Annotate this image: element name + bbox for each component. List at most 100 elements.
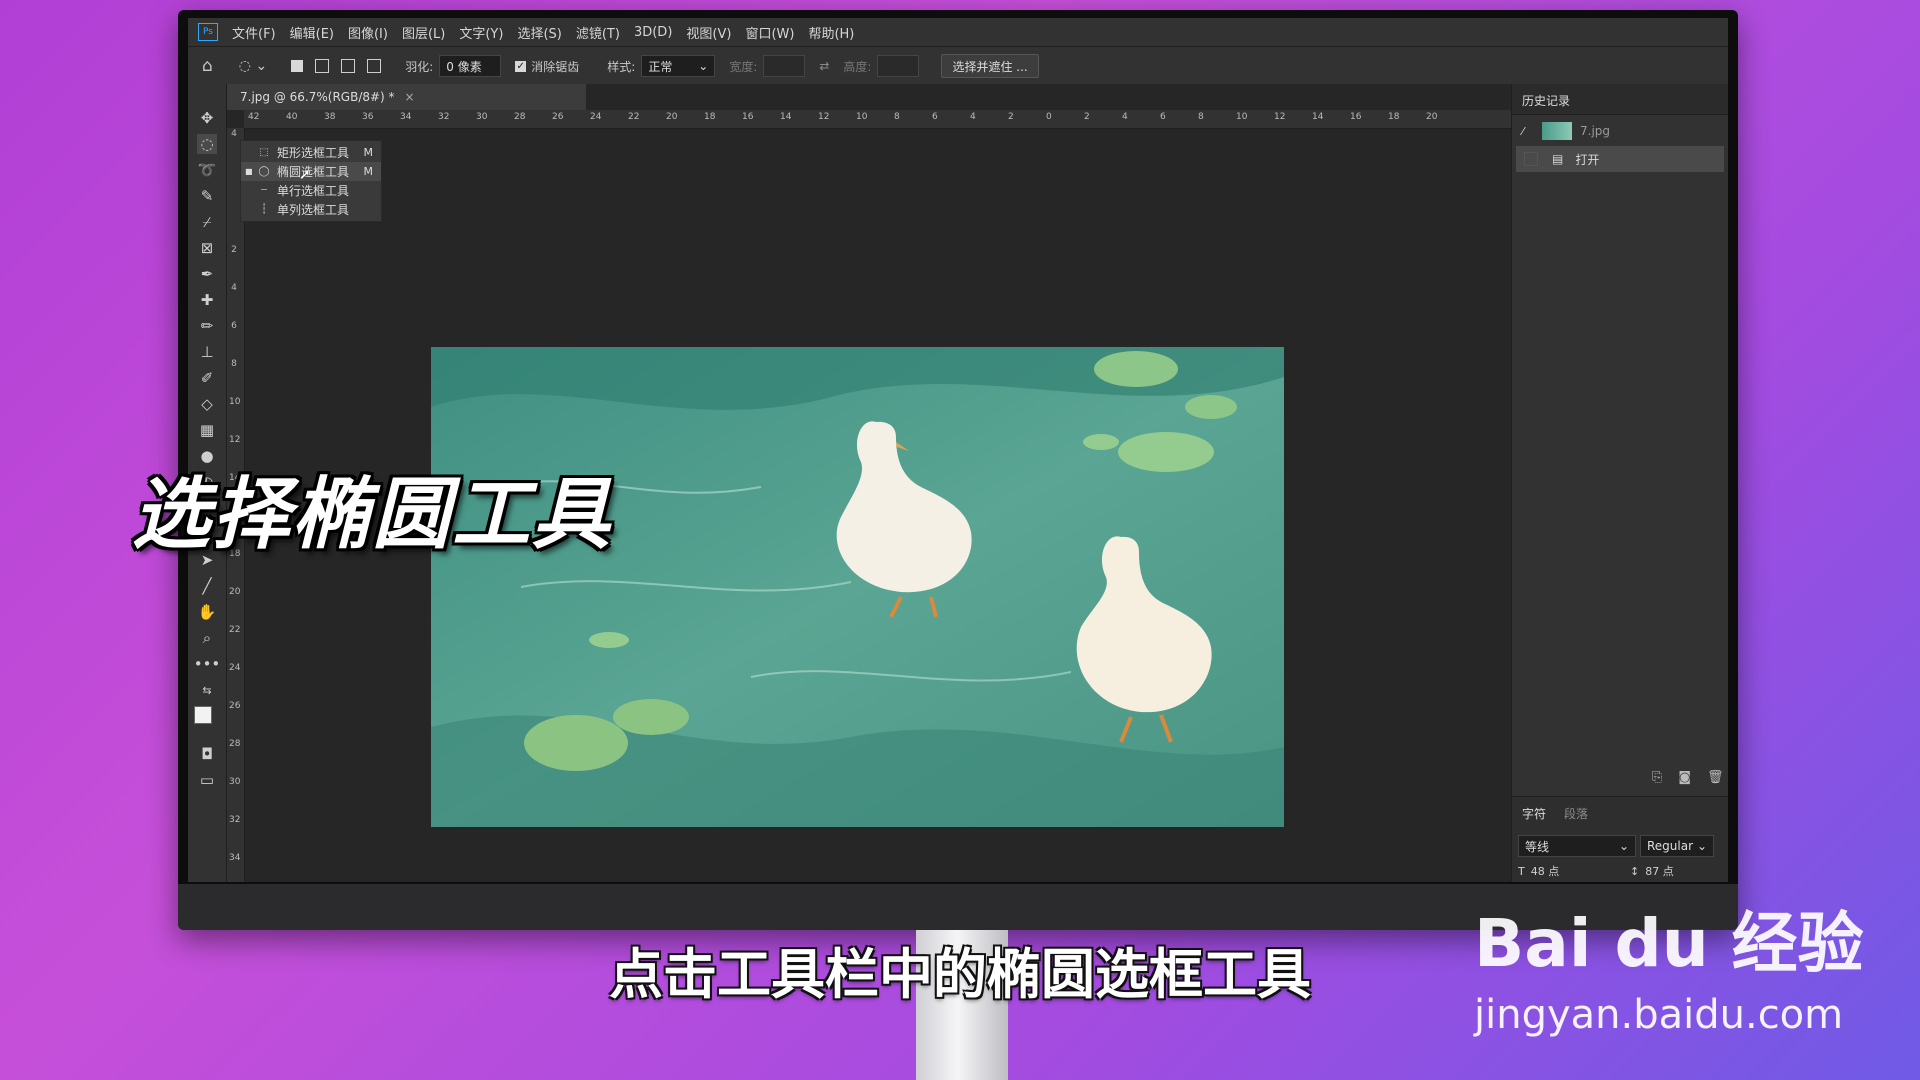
flyout-item-row-marquee[interactable]: ┄ 单行选框工具 bbox=[241, 181, 381, 200]
ruler-label: 12 bbox=[229, 435, 241, 445]
feather-input[interactable]: 0 像素 bbox=[439, 55, 502, 77]
more-tools-icon[interactable]: ••• bbox=[194, 654, 221, 674]
ruler-label: 2 bbox=[231, 245, 237, 255]
trash-icon[interactable]: 🗑 bbox=[1707, 770, 1724, 785]
ruler-label: 22 bbox=[229, 625, 241, 635]
menu-edit[interactable]: 编辑(E) bbox=[290, 23, 334, 42]
ruler-label: 14 bbox=[780, 112, 792, 122]
character-panel: 字符 段落 等线 ⌄ Regular ⌄ T 48 点 ↕ 87 点 bbox=[1512, 796, 1728, 882]
antialias-checkbox[interactable]: ✓ 消除锯齿 bbox=[515, 58, 579, 75]
marquee-preset-icon[interactable]: ◌ ⌄ bbox=[239, 58, 267, 74]
select-and-mask-button[interactable]: 选择并遮住 ... bbox=[941, 54, 1039, 78]
font-style-select[interactable]: Regular ⌄ bbox=[1640, 835, 1714, 857]
ruler-label: 42 bbox=[248, 112, 260, 122]
menu-window[interactable]: 窗口(W) bbox=[745, 23, 794, 42]
new-document-icon[interactable]: ⎘ bbox=[1652, 770, 1662, 785]
history-step[interactable]: ▤ 打开 bbox=[1516, 146, 1724, 172]
ruler-label: 14 bbox=[1312, 112, 1324, 122]
width-input[interactable] bbox=[763, 55, 806, 77]
home-icon[interactable]: ⌂ bbox=[202, 56, 213, 76]
document-tab[interactable]: 7.jpg @ 66.7%(RGB/8#) * × bbox=[226, 84, 586, 110]
move-tool-icon[interactable]: ✥ bbox=[197, 108, 217, 128]
menu-filter[interactable]: 滤镜(T) bbox=[576, 23, 620, 42]
flyout-item-column-marquee[interactable]: ┆ 单列选框工具 bbox=[241, 200, 381, 219]
healing-brush-tool-icon[interactable]: ✚ bbox=[197, 290, 217, 310]
ruler-label: 32 bbox=[438, 112, 450, 122]
shortcut-key: M bbox=[363, 146, 374, 159]
rect-marquee-icon: ⬚ bbox=[259, 147, 269, 158]
tab-paragraph[interactable]: 段落 bbox=[1564, 805, 1588, 822]
leading-field[interactable]: ↕ 87 点 bbox=[1630, 863, 1674, 879]
menu-layer[interactable]: 图层(L) bbox=[402, 23, 445, 42]
ruler-label: 18 bbox=[704, 112, 716, 122]
gradient-tool-icon[interactable]: ▦ bbox=[197, 420, 217, 440]
flyout-item-rect-marquee[interactable]: ⬚ 矩形选框工具 M bbox=[241, 143, 381, 162]
menu-view[interactable]: 视图(V) bbox=[686, 23, 731, 42]
ellipse-marquee-tool-icon[interactable]: ◌ bbox=[197, 134, 217, 154]
crop-tool-icon[interactable]: ⌿ bbox=[197, 212, 217, 232]
tab-character[interactable]: 字符 bbox=[1522, 805, 1546, 822]
ruler-label: 8 bbox=[894, 112, 900, 122]
mouse-cursor-icon: ➚ bbox=[299, 167, 311, 183]
ruler-label: 12 bbox=[818, 112, 830, 122]
quick-mask-icon[interactable]: ◘ bbox=[197, 744, 217, 764]
quick-select-tool-icon[interactable]: ✎ bbox=[197, 186, 217, 206]
hand-tool-icon[interactable]: ✋ bbox=[197, 602, 217, 622]
subtract-selection-icon[interactable] bbox=[341, 59, 356, 73]
camera-icon[interactable]: ◙ bbox=[1678, 770, 1691, 785]
tab-close-icon[interactable]: × bbox=[405, 90, 415, 104]
ruler-label: 36 bbox=[362, 112, 374, 122]
ruler-label: 8 bbox=[231, 359, 237, 369]
feather-label: 羽化: bbox=[405, 59, 434, 74]
right-panels: 历史记录 ⁄ 7.jpg ▤ 打开 ⎘ ◙ 🗑 字符 段落 等线 ⌄ Regul… bbox=[1511, 84, 1728, 882]
flyout-item-label: 椭圆选框工具 bbox=[277, 165, 350, 179]
clone-stamp-tool-icon[interactable]: ⊥ bbox=[197, 342, 217, 362]
ruler-label: 6 bbox=[1160, 112, 1166, 122]
eyedropper-tool-icon[interactable]: ✒ bbox=[197, 264, 217, 284]
zoom-tool-icon[interactable]: ⌕ bbox=[197, 628, 217, 648]
menu-file[interactable]: 文件(F) bbox=[232, 23, 276, 42]
new-selection-icon[interactable] bbox=[291, 60, 304, 72]
ruler-label: 20 bbox=[229, 587, 241, 597]
horizontal-ruler: 42 40 38 36 34 32 30 28 26 24 22 20 18 1… bbox=[244, 110, 1511, 129]
font-size-field[interactable]: T 48 点 bbox=[1518, 863, 1559, 879]
lasso-tool-icon[interactable]: ➰ bbox=[197, 160, 217, 180]
screen-mode-icon[interactable]: ▭ bbox=[197, 770, 217, 790]
menu-select[interactable]: 选择(S) bbox=[517, 23, 561, 42]
height-input[interactable] bbox=[877, 55, 920, 77]
ruler-label: 4 bbox=[231, 283, 237, 293]
document-image bbox=[431, 347, 1284, 827]
history-snapshot[interactable]: ⁄ 7.jpg bbox=[1516, 118, 1724, 144]
history-brush-source-icon: ⁄ bbox=[1522, 124, 1524, 138]
snapshot-thumbnail bbox=[1542, 122, 1572, 140]
flyout-item-label: 单行选框工具 bbox=[277, 184, 350, 198]
snapshot-label: 7.jpg bbox=[1580, 124, 1611, 138]
style-select[interactable]: 正常 ⌄ bbox=[641, 55, 716, 77]
history-panel-title[interactable]: 历史记录 bbox=[1522, 92, 1570, 109]
swap-dimensions-icon[interactable]: ⇄ bbox=[819, 59, 829, 73]
swap-colors-icon[interactable]: ⇆ bbox=[197, 680, 217, 700]
font-family-select[interactable]: 等线 ⌄ bbox=[1518, 835, 1636, 857]
width-label: 宽度: bbox=[729, 59, 758, 74]
ruler-label: 16 bbox=[1350, 112, 1362, 122]
ruler-label: 24 bbox=[229, 663, 241, 673]
flyout-item-ellipse-marquee[interactable]: ■ ◯ 椭圆选框工具 M bbox=[241, 162, 381, 181]
menu-type[interactable]: 文字(Y) bbox=[459, 23, 503, 42]
foreground-color-swatch[interactable] bbox=[194, 706, 212, 724]
brush-tool-icon[interactable]: ✏ bbox=[197, 316, 217, 336]
eraser-tool-icon[interactable]: ◇ bbox=[197, 394, 217, 414]
menu-3d[interactable]: 3D(D) bbox=[634, 25, 672, 40]
add-selection-icon[interactable] bbox=[315, 59, 330, 73]
ellipse-marquee-icon: ◯ bbox=[258, 166, 270, 177]
history-source-checkbox[interactable] bbox=[1524, 152, 1538, 166]
intersect-selection-icon[interactable] bbox=[367, 59, 382, 73]
ruler-label: 10 bbox=[1236, 112, 1248, 122]
line-tool-icon[interactable]: ╱ bbox=[197, 576, 217, 596]
history-brush-tool-icon[interactable]: ✐ bbox=[197, 368, 217, 388]
frame-tool-icon[interactable]: ⊠ bbox=[197, 238, 217, 258]
height-label: 高度: bbox=[843, 59, 872, 74]
font-size-value: 48 点 bbox=[1530, 865, 1560, 878]
ruler-label: 4 bbox=[970, 112, 976, 122]
menu-image[interactable]: 图像(I) bbox=[348, 23, 388, 42]
menu-help[interactable]: 帮助(H) bbox=[808, 23, 854, 42]
